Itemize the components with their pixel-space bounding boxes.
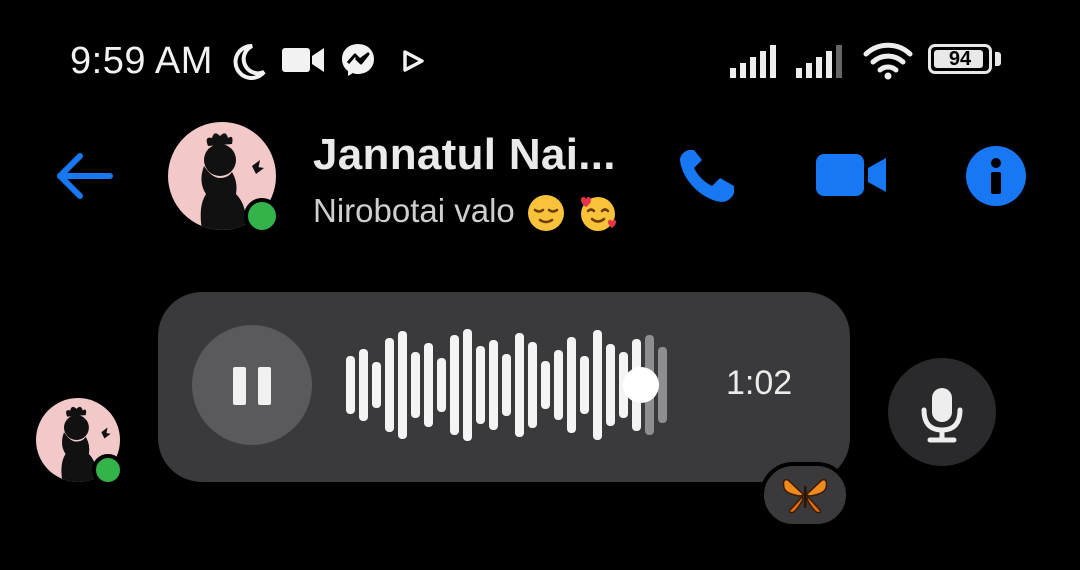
phone-icon[interactable] <box>676 146 740 206</box>
waveform-bar <box>476 346 485 424</box>
back-arrow-icon[interactable] <box>52 148 116 204</box>
waveform-bar <box>567 337 576 433</box>
waveform-bar <box>502 354 511 416</box>
waveform-bar <box>658 347 667 423</box>
video-icon[interactable] <box>814 150 888 200</box>
contact-name[interactable]: Jannatul Nai... <box>313 130 616 180</box>
microphone-icon <box>921 388 963 443</box>
butterfly-icon <box>782 478 828 514</box>
video-camera-icon <box>282 48 324 72</box>
online-indicator <box>244 198 280 234</box>
pause-icon <box>233 367 246 405</box>
waveform-bar <box>489 340 498 430</box>
waveform-bar <box>372 362 381 408</box>
wifi-icon <box>863 42 913 80</box>
waveform-bar <box>463 329 472 441</box>
waveform-bar <box>528 342 537 428</box>
waveform-bar <box>554 350 563 420</box>
waveform-bar <box>541 361 550 409</box>
waveform-bar <box>515 333 524 437</box>
waveform-bar <box>606 344 615 426</box>
relieved-face-emoji <box>527 195 564 232</box>
waveform-bar <box>346 356 355 414</box>
battery-level: 94 <box>948 48 972 70</box>
moon-icon <box>233 43 266 80</box>
waveform-bar <box>385 338 394 432</box>
battery-icon: 94 <box>928 44 992 74</box>
battery-nub <box>995 52 1001 66</box>
messenger-icon <box>342 44 374 76</box>
waveform-bar <box>593 330 602 440</box>
voice-waveform[interactable] <box>340 320 680 450</box>
waveform-bar <box>424 343 433 427</box>
contact-status-text: Nirobotai valo <box>313 192 515 229</box>
online-indicator <box>92 454 124 486</box>
voice-duration: 1:02 <box>726 364 793 402</box>
status-time: 9:59 AM <box>70 40 213 82</box>
waveform-bar <box>437 358 446 412</box>
smiling-face-with-hearts-emoji <box>581 197 617 232</box>
reaction-badge[interactable] <box>760 462 850 528</box>
info-glyph <box>991 158 1001 194</box>
signal-icon <box>796 45 842 78</box>
contact-status-line: Nirobotai valo <box>313 192 619 234</box>
waveform-bar <box>411 352 420 418</box>
microphone-button[interactable] <box>888 358 996 466</box>
waveform-bar <box>398 331 407 439</box>
waveform-bar <box>580 356 589 414</box>
waveform-bar <box>359 349 368 421</box>
waveform-bar <box>450 335 459 435</box>
info-icon[interactable] <box>966 146 1026 206</box>
pause-button[interactable] <box>192 325 312 445</box>
signal-icon <box>730 45 776 78</box>
pause-icon <box>258 367 271 405</box>
play-icon <box>403 50 424 72</box>
